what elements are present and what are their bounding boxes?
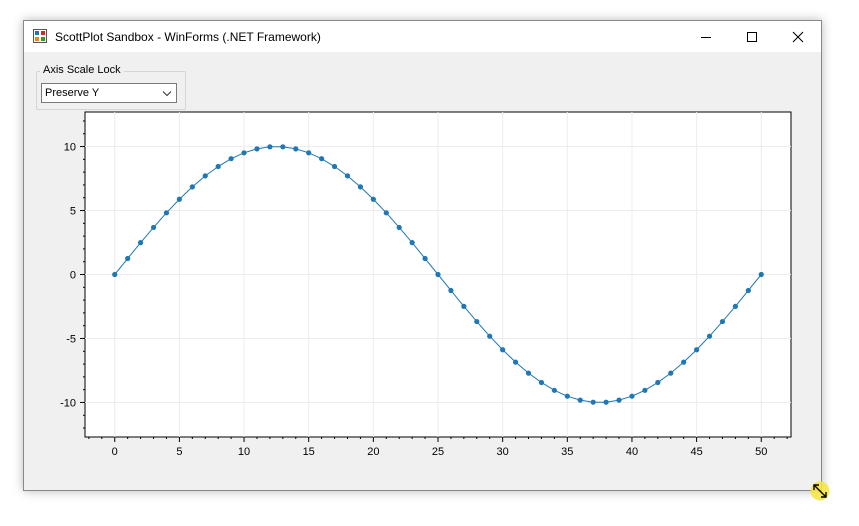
data-point (112, 271, 118, 278)
data-point (267, 144, 273, 150)
x-tick-label: 25 (432, 446, 444, 458)
y-tick-label: 10 (64, 142, 76, 154)
data-point (551, 387, 557, 393)
data-point (396, 224, 402, 231)
app-window: ScottPlot Sandbox - WinForms (.NET Frame… (23, 20, 822, 491)
x-tick-label: 20 (367, 446, 379, 458)
data-point (616, 397, 622, 403)
data-point (163, 210, 170, 216)
data-point (176, 196, 182, 202)
data-point (344, 173, 351, 179)
data-point (125, 255, 131, 262)
data-point (461, 303, 467, 309)
data-point (500, 347, 506, 353)
data-point (357, 184, 364, 190)
y-tick-label: 0 (70, 270, 76, 282)
data-point (564, 393, 570, 399)
data-point (138, 240, 144, 246)
data-point (487, 333, 493, 339)
data-point (422, 255, 428, 262)
data-point (694, 347, 700, 353)
data-point (254, 146, 260, 152)
x-tick-label: 40 (626, 446, 638, 458)
x-tick-label: 0 (112, 446, 118, 458)
data-point (370, 196, 376, 202)
data-point (655, 379, 661, 386)
data-point (758, 271, 764, 278)
x-tick-label: 30 (497, 446, 509, 458)
data-point (215, 163, 221, 170)
data-point (706, 333, 713, 339)
data-point (448, 287, 454, 294)
data-point (719, 318, 726, 325)
data-point (681, 359, 687, 365)
x-tick-label: 35 (561, 446, 573, 458)
data-point (512, 359, 519, 365)
x-tick-label: 15 (303, 446, 315, 458)
data-point (306, 150, 312, 156)
x-tick-label: 10 (238, 446, 250, 458)
data-point (474, 318, 480, 325)
data-point (525, 370, 532, 376)
data-point (745, 287, 751, 294)
data-point (228, 156, 234, 162)
data-point (409, 240, 415, 246)
data-point (435, 271, 441, 278)
data-point (629, 393, 635, 399)
y-tick-label: -10 (60, 397, 76, 409)
data-point (590, 399, 596, 405)
y-tick-label: 5 (70, 206, 76, 218)
data-point (732, 303, 738, 309)
x-tick-label: 50 (755, 446, 767, 458)
x-tick-label: 5 (176, 446, 182, 458)
data-point (538, 379, 545, 386)
x-tick-label: 45 (690, 446, 702, 458)
data-point (241, 150, 247, 156)
data-point (319, 156, 325, 162)
resize-cursor-icon (810, 481, 830, 501)
data-point (293, 146, 299, 152)
plot-control[interactable]: 0 5 10 15 20 25 30 35 40 45 50 -10 -5 0 5 10 (24, 21, 821, 490)
data-point (642, 387, 648, 393)
data-point (668, 370, 674, 376)
data-point (603, 399, 609, 405)
data-point (150, 224, 157, 231)
data-point (577, 397, 583, 403)
data-point (189, 184, 195, 190)
data-point (280, 144, 286, 150)
data-point (383, 210, 389, 216)
y-tick-label: -5 (66, 333, 76, 345)
data-point (331, 163, 338, 170)
data-point (202, 173, 208, 179)
